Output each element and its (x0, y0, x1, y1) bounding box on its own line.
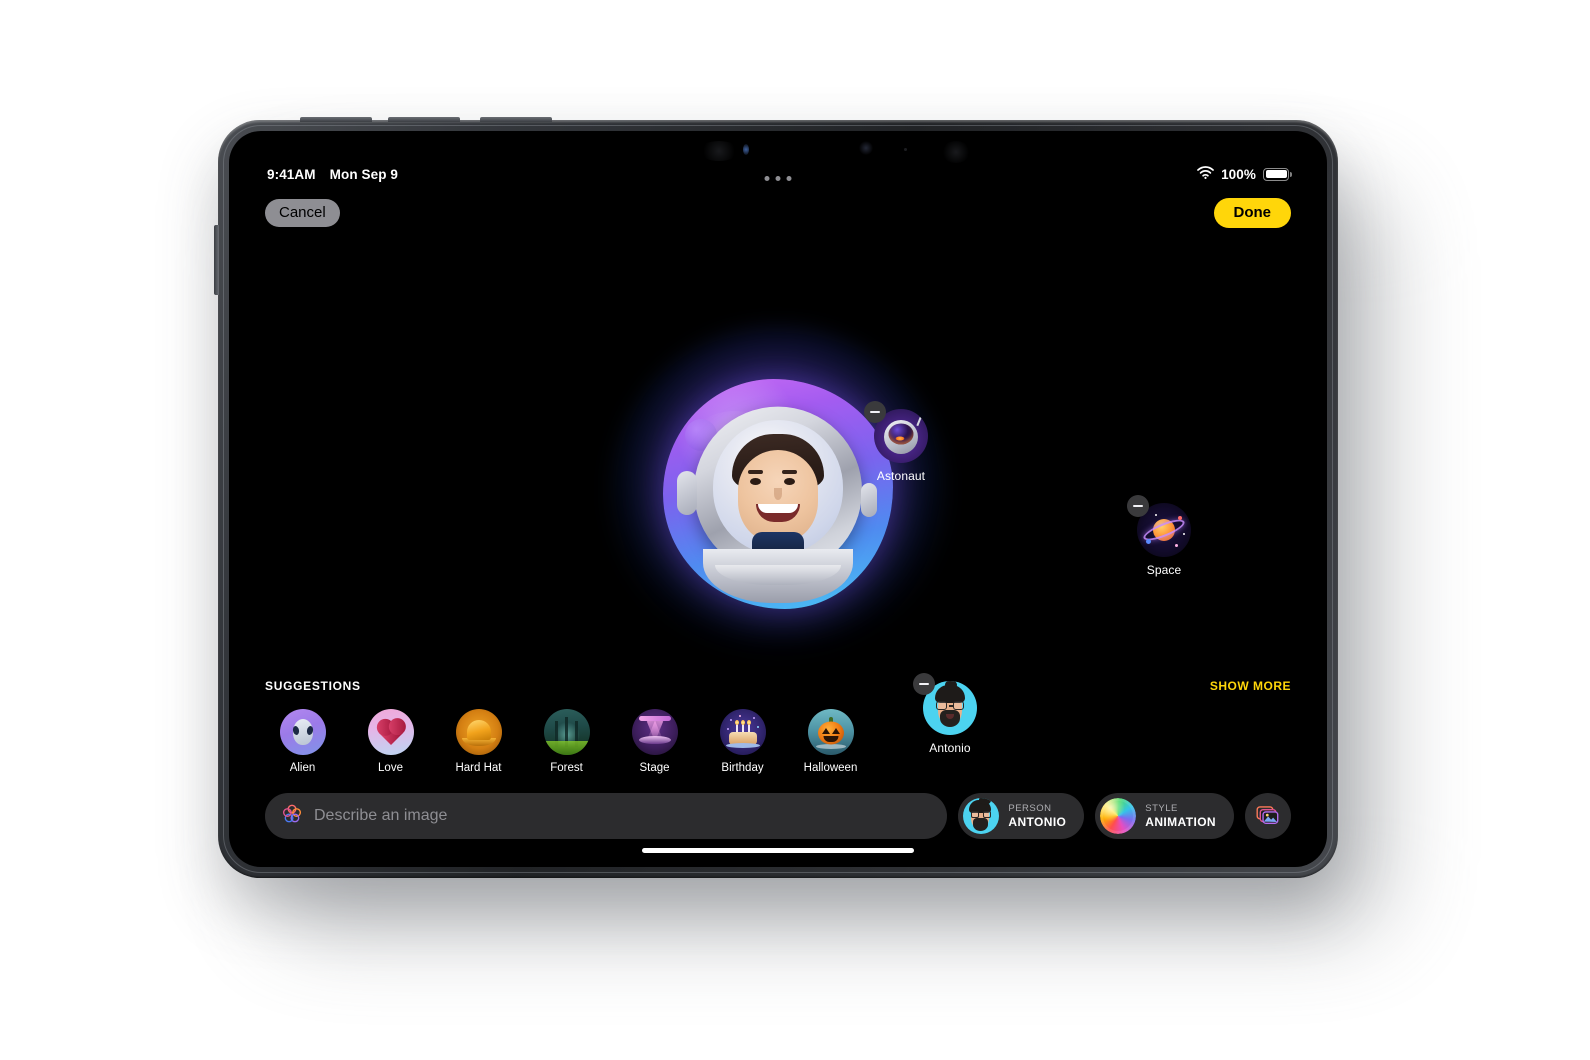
eye-right (784, 478, 795, 486)
helmet-knob-right (861, 483, 877, 517)
minus-icon (919, 683, 929, 685)
volume-button-1[interactable] (300, 116, 372, 122)
suggestion-love[interactable]: Love (353, 709, 428, 774)
chip-thumbnail (864, 401, 928, 463)
battery-full-icon (1263, 167, 1292, 181)
minus-icon (870, 411, 880, 413)
device-screen: 9:41AM Mon Sep 9 100% Cancel Done Astona… (229, 131, 1327, 867)
person-chip-kicker: PERSON (1008, 803, 1052, 815)
person-chip-value: ANTONIO (1008, 814, 1067, 829)
color-sphere-icon (1100, 798, 1137, 834)
status-date: Mon Sep 9 (329, 166, 399, 182)
suggestion-label: Alien (289, 762, 316, 774)
minus-icon (1133, 505, 1143, 507)
status-bar-left: 9:41AM Mon Sep 9 (267, 167, 398, 182)
concept-chip-astronaut[interactable]: Astonaut (862, 401, 940, 483)
nav-bar: Cancel Done (229, 193, 1327, 233)
cancel-button[interactable]: Cancel (265, 198, 340, 228)
eyebrow-left (748, 470, 763, 474)
style-chip-kicker: STYLE (1145, 803, 1178, 815)
forest-icon (543, 709, 590, 755)
person-chip-button[interactable]: PERSON ANTONIO (958, 793, 1085, 839)
generated-image[interactable] (611, 327, 945, 661)
status-bar-right: 100% (1197, 166, 1292, 182)
battery-percent-label: 100% (1221, 166, 1256, 182)
front-camera-glow (859, 141, 873, 155)
nose (774, 488, 782, 501)
suggestions-title: SUGGESTIONS (265, 679, 361, 693)
suggestion-label: Love (378, 762, 403, 774)
remove-chip-button[interactable] (1127, 495, 1149, 517)
jack-o-lantern-icon (807, 709, 854, 755)
stage-icon (631, 709, 678, 755)
volume-button-2[interactable] (388, 116, 460, 122)
suggestion-label: Halloween (803, 762, 858, 774)
add-photo-button[interactable] (1245, 793, 1291, 839)
helmet-knob-left (677, 471, 697, 515)
helmet-visor (713, 420, 843, 555)
heart-icon (367, 709, 414, 755)
photo-stack-icon (1256, 804, 1280, 829)
suggestion-stage[interactable]: Stage (617, 709, 692, 774)
suggestion-halloween[interactable]: Halloween (793, 709, 868, 774)
camera-lens-icon (743, 144, 749, 155)
suggestion-alien[interactable]: Alien (265, 709, 340, 774)
remove-chip-button[interactable] (864, 401, 886, 423)
image-playground-icon (281, 803, 303, 830)
suggestion-label: Hard Hat (455, 762, 502, 774)
sensor-blob-secondary (941, 141, 971, 163)
suggestion-label: Forest (550, 762, 583, 774)
style-chip-button[interactable]: STYLE ANIMATION (1095, 793, 1234, 839)
birthday-cake-icon (719, 709, 766, 755)
suggestions-list: Alien Love Hard Hat Forest Stage Birthda… (229, 709, 1327, 774)
suggestion-hard-hat[interactable]: Hard Hat (441, 709, 516, 774)
wifi-icon (1197, 166, 1214, 182)
image-canvas: Astonaut Space Antonio (229, 231, 1327, 755)
chip-thumbnail (1127, 495, 1191, 557)
suggestions-header: SUGGESTIONS SHOW MORE (229, 679, 1327, 693)
screenshot-root: 9:41AM Mon Sep 9 100% Cancel Done Astona… (0, 0, 1590, 1060)
show-more-button[interactable]: SHOW MORE (1210, 679, 1291, 693)
suggestion-birthday[interactable]: Birthday (705, 709, 780, 774)
suggestion-label: Stage (639, 762, 670, 774)
status-bar: 9:41AM Mon Sep 9 100% (229, 164, 1327, 184)
remove-chip-button[interactable] (913, 673, 935, 695)
chip-label: Astonaut (876, 469, 926, 483)
person-chip-text: PERSON ANTONIO (1008, 803, 1066, 829)
helmet-collar (703, 549, 853, 603)
eyebrow-right (782, 470, 797, 474)
ambient-sensor-icon (904, 148, 907, 151)
alien-icon (279, 709, 326, 755)
chip-label: Space (1146, 563, 1182, 577)
memoji-antonio-icon (963, 798, 1000, 834)
suggestion-label: Birthday (721, 762, 764, 774)
style-chip-value: ANIMATION (1145, 814, 1216, 829)
done-button[interactable]: Done (1213, 197, 1291, 229)
sensor-blob (699, 141, 739, 161)
concept-chip-space[interactable]: Space (1125, 495, 1203, 577)
bottom-toolbar: Describe an image PERSON ANTONIO STYLE A… (229, 793, 1327, 839)
describe-image-placeholder: Describe an image (314, 807, 448, 824)
suggestion-forest[interactable]: Forest (529, 709, 604, 774)
style-chip-text: STYLE ANIMATION (1145, 803, 1216, 829)
power-button[interactable] (214, 225, 219, 295)
status-time: 9:41AM (267, 166, 316, 182)
person-face (726, 434, 830, 555)
volume-button-3[interactable] (480, 116, 552, 122)
tablet-device: 9:41AM Mon Sep 9 100% Cancel Done Astona… (214, 116, 1338, 878)
home-indicator[interactable] (642, 848, 914, 853)
eye-left (750, 478, 761, 486)
describe-image-input[interactable]: Describe an image (265, 793, 948, 839)
hard-hat-icon (455, 709, 502, 755)
hero-bubble-backdrop (663, 379, 893, 609)
